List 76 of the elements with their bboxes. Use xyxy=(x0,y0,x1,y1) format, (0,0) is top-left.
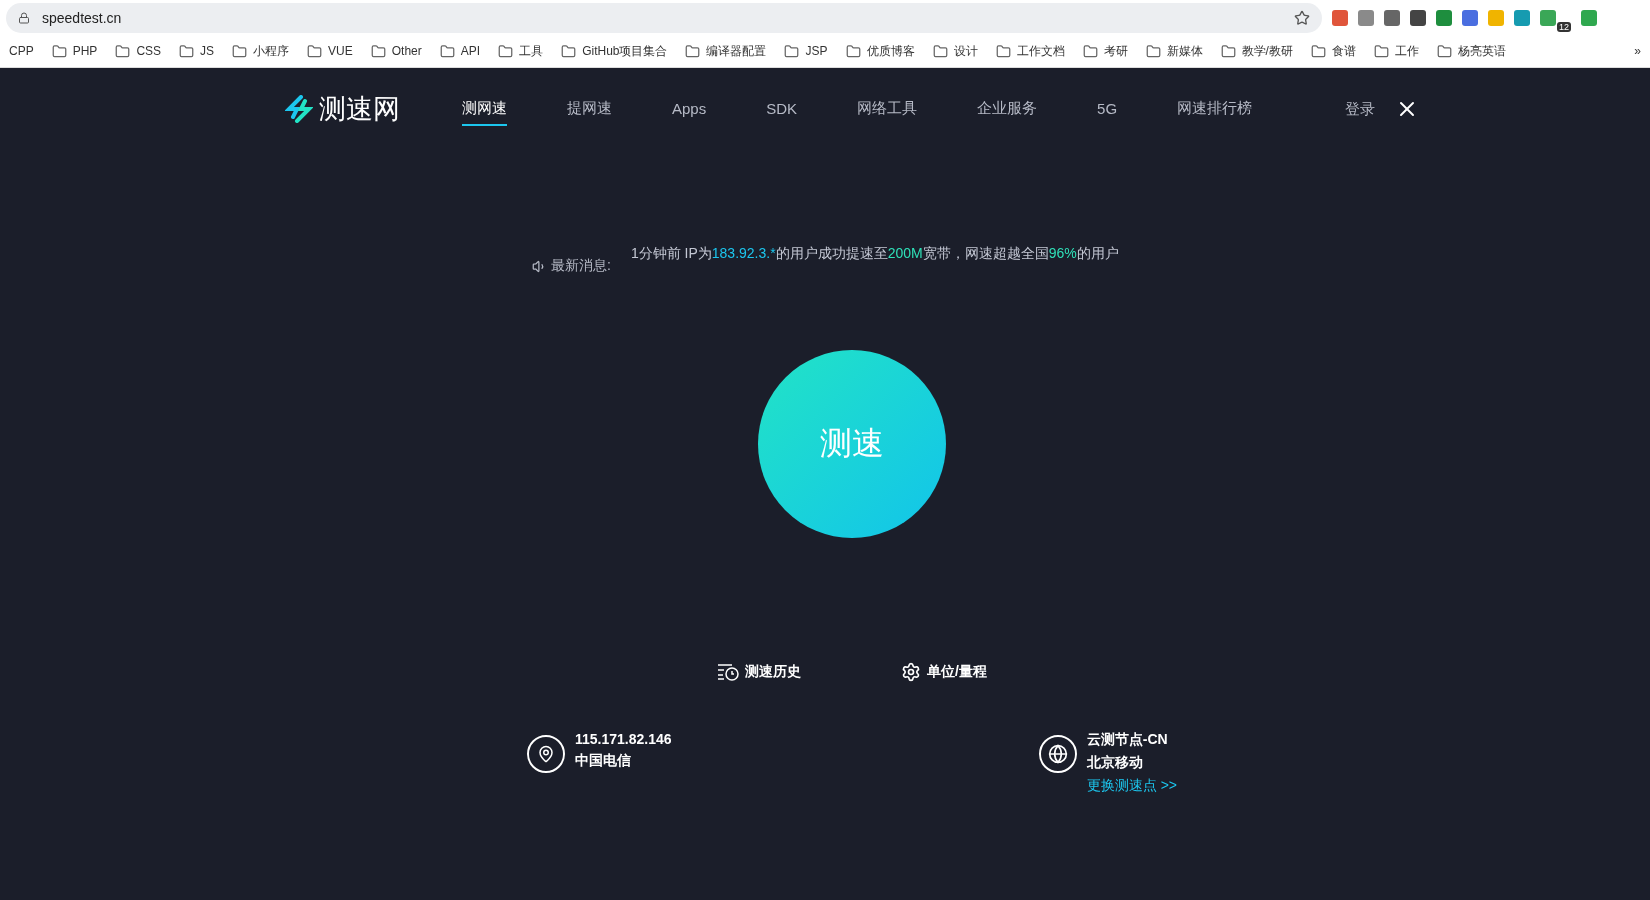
nav-tab[interactable]: Apps xyxy=(672,93,707,125)
extension-badge: 12 xyxy=(1557,21,1571,32)
folder-icon xyxy=(995,43,1011,59)
bookmark-folder[interactable]: 工作文档 xyxy=(986,42,1074,60)
bookmark-folder[interactable]: 考研 xyxy=(1073,42,1137,60)
bookmark-folder[interactable]: 设计 xyxy=(923,42,987,60)
bookmark-star-icon[interactable] xyxy=(1294,9,1310,26)
nav-tab[interactable]: SDK xyxy=(766,93,798,125)
news-label: 最新消息: xyxy=(551,257,611,275)
change-server-link[interactable]: 更换测速点 >> xyxy=(1086,777,1177,795)
extension-icon[interactable] xyxy=(1410,9,1426,26)
bookmark-folder[interactable]: API xyxy=(430,43,490,59)
url-text: speedtest.cn xyxy=(42,9,123,26)
globe-icon xyxy=(1038,735,1077,773)
bookmark-folder[interactable]: GitHub项目集合 xyxy=(552,42,677,60)
login-link[interactable]: 登录 xyxy=(1345,99,1375,119)
nav-tab[interactable]: 网速排行榜 xyxy=(1177,92,1253,126)
client-ip: 115.171.82.146 xyxy=(575,731,672,747)
folder-icon xyxy=(1220,43,1236,59)
bookmark-folder[interactable]: 优质博客 xyxy=(836,42,924,60)
bookmark-folder[interactable]: VUE xyxy=(298,43,362,59)
bookmark-folder[interactable]: 杨亮英语 xyxy=(1427,42,1515,60)
location-icon xyxy=(527,735,565,773)
extension-icon[interactable] xyxy=(1462,9,1478,26)
folder-icon xyxy=(1373,43,1389,59)
server-name: 云测节点-CN xyxy=(1086,731,1169,749)
folder-icon xyxy=(232,43,248,59)
bookmark-folder[interactable]: JSP xyxy=(775,43,837,59)
folder-icon xyxy=(784,43,800,59)
bookmark-folder[interactable]: 教学/教研 xyxy=(1211,42,1302,60)
nav-tab[interactable]: 提网速 xyxy=(567,92,612,126)
units-link[interactable]: 单位/量程 xyxy=(901,662,987,682)
client-isp: 中国电信 xyxy=(575,752,632,770)
bookmark-folder[interactable]: CSS xyxy=(106,43,171,59)
nav-tab[interactable]: 网络工具 xyxy=(857,92,918,126)
folder-icon xyxy=(307,43,323,59)
bookmark-folder[interactable]: PHP xyxy=(42,43,107,59)
extension-icon[interactable] xyxy=(1384,9,1400,26)
bookmark-folder[interactable]: Other xyxy=(361,43,431,59)
folder-icon xyxy=(1145,43,1161,59)
bookmark-folder[interactable]: 工具 xyxy=(489,42,553,60)
bookmark-folder[interactable]: CPP xyxy=(0,44,43,59)
folder-icon xyxy=(498,43,514,59)
lock-icon xyxy=(18,11,30,24)
folder-icon xyxy=(1436,43,1452,59)
server-isp: 北京移动 xyxy=(1086,754,1144,772)
history-link[interactable]: 测速历史 xyxy=(717,662,802,682)
bookmark-folder[interactable]: 食谱 xyxy=(1301,42,1365,60)
bookmark-folder[interactable]: JS xyxy=(170,43,224,59)
folder-icon xyxy=(51,43,67,59)
folder-icon xyxy=(1310,43,1326,59)
bookmark-folder[interactable]: 小程序 xyxy=(223,42,299,60)
nav-tab[interactable]: 企业服务 xyxy=(977,92,1038,126)
folder-icon xyxy=(1082,43,1098,59)
folder-icon xyxy=(561,43,577,59)
folder-icon xyxy=(439,43,455,59)
extension-icon[interactable] xyxy=(1436,9,1452,26)
bookmarks-overflow[interactable]: » xyxy=(1625,44,1650,59)
folder-icon xyxy=(932,43,948,59)
history-icon xyxy=(717,663,740,681)
news-message: 1分钟前 IP为183.92.3.*的用户成功提速至200M宽带，网速超越全国96%的用户 xyxy=(630,245,1119,263)
logo-text: 测速网 xyxy=(319,93,400,126)
settings-icon xyxy=(901,662,922,682)
folder-icon xyxy=(685,43,701,59)
bookmark-folder[interactable]: 新媒体 xyxy=(1136,42,1212,60)
folder-icon xyxy=(115,43,131,59)
site-logo[interactable]: 测速网 xyxy=(285,91,400,127)
folder-icon xyxy=(370,43,386,59)
bookmark-folder[interactable]: 编译器配置 xyxy=(676,42,776,60)
nav-tab[interactable]: 测网速 xyxy=(462,92,507,126)
folder-icon xyxy=(845,43,861,59)
address-bar[interactable]: speedtest.cn xyxy=(6,2,1322,33)
logo-icon xyxy=(285,95,313,123)
folder-icon xyxy=(179,43,195,59)
bookmark-folder[interactable]: 工作 xyxy=(1364,42,1428,60)
nav-tab[interactable]: 5G xyxy=(1097,93,1118,125)
